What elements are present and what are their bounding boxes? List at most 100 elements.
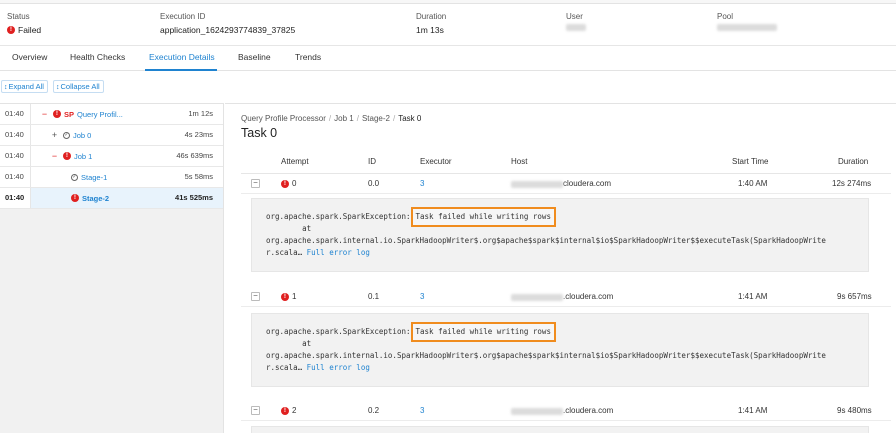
breadcrumb-separator: / bbox=[393, 114, 396, 123]
attempt-number: 1 bbox=[292, 292, 297, 301]
column-executor: Executor bbox=[420, 157, 452, 166]
column-start-time: Start Time bbox=[732, 157, 769, 166]
expand-toggle-icon[interactable]: + bbox=[50, 130, 59, 140]
error-details-collapsed bbox=[251, 426, 869, 433]
tree-row-job-0[interactable]: 01:40 + ✓ Job 0 4s 23ms bbox=[0, 125, 223, 146]
attempt-cell: ! 1 bbox=[281, 287, 296, 307]
tree-duration: 1m 12s bbox=[188, 109, 213, 118]
exception-class: org.apache.spark.SparkException: bbox=[266, 212, 411, 221]
stack-trace-line: org.apache.spark.internal.io.SparkHadoop… bbox=[266, 236, 826, 245]
status-value: ! Failed bbox=[7, 24, 41, 36]
error-message-highlight: Task failed while writing rows bbox=[410, 322, 556, 342]
tree-time: 01:40 bbox=[0, 146, 31, 166]
collapse-toggle-icon[interactable]: − bbox=[40, 109, 49, 119]
duration-cell: 12s 274ms bbox=[832, 179, 872, 188]
execution-tree: 01:40 − ! SP Query Profil... 1m 12s 01:4… bbox=[0, 103, 224, 433]
host-cell: .cloudera.com bbox=[511, 401, 613, 421]
execution-id-label: Execution ID bbox=[160, 12, 206, 21]
expand-all-label: Expand All bbox=[8, 82, 44, 91]
executor-link[interactable]: 3 bbox=[420, 174, 424, 194]
status-label: Status bbox=[7, 12, 30, 21]
duration-value: 1m 13s bbox=[416, 25, 444, 35]
tree-node-label[interactable]: Stage-1 bbox=[81, 173, 107, 182]
executor-link-text[interactable]: 3 bbox=[420, 174, 424, 194]
check-circle-icon: ✓ bbox=[71, 173, 78, 181]
executor-link[interactable]: 3 bbox=[420, 401, 424, 421]
error-icon: ! bbox=[281, 180, 289, 188]
breadcrumb-stage[interactable]: Stage-2 bbox=[362, 114, 390, 123]
executor-link-text[interactable]: 3 bbox=[420, 287, 424, 307]
tab-bar: Overview Health Checks Execution Details… bbox=[0, 46, 896, 71]
tree-node-label[interactable]: Job 1 bbox=[74, 152, 92, 161]
top-strip bbox=[0, 0, 896, 4]
duration-cell: 9s 657ms bbox=[837, 292, 872, 301]
tree-node-prefix: SP bbox=[64, 109, 75, 119]
tab-overview[interactable]: Overview bbox=[12, 52, 47, 62]
collapse-row-icon[interactable]: − bbox=[251, 406, 260, 415]
full-error-log-link[interactable]: Full error log bbox=[307, 363, 370, 372]
tree-node: − ! Job 1 bbox=[50, 146, 93, 166]
breadcrumb-job[interactable]: Job 1 bbox=[334, 114, 354, 123]
tree-node-label[interactable]: Stage-2 bbox=[82, 194, 109, 203]
tree-time: 01:40 bbox=[0, 104, 31, 124]
tree-duration: 41s 525ms bbox=[175, 193, 213, 202]
attempts-table-header: Attempt ID Executor Host Start Time Dura… bbox=[241, 154, 891, 174]
error-details: org.apache.spark.SparkException: Task fai… bbox=[251, 198, 869, 272]
tree-row-stage-2[interactable]: 01:40 ! Stage-2 41s 525ms bbox=[0, 188, 223, 209]
column-host: Host bbox=[511, 157, 528, 166]
id-cell: 0.0 bbox=[368, 179, 380, 188]
status-field: Status ! Failed bbox=[7, 12, 41, 36]
error-details: org.apache.spark.SparkException: Task fai… bbox=[251, 313, 869, 387]
task-detail-panel: Query Profile Processor / Job 1/Stage-2/Ta… bbox=[225, 103, 896, 433]
tab-execution-details[interactable]: Execution Details bbox=[149, 52, 215, 62]
collapse-toggle-icon[interactable]: − bbox=[50, 151, 59, 161]
collapse-all-button[interactable]: ↕Collapse All bbox=[53, 80, 104, 93]
table-row: − ! 0 0.0 3 cloudera.com 1:40 AM 12s 274m… bbox=[241, 174, 891, 194]
tab-trends[interactable]: Trends bbox=[295, 52, 321, 62]
exception-class: org.apache.spark.SparkException: bbox=[266, 327, 411, 336]
tree-row-stage-1[interactable]: 01:40 ✓ Stage-1 5s 58ms bbox=[0, 167, 223, 188]
tree-time: 01:40 bbox=[0, 125, 31, 145]
status-text: Failed bbox=[18, 25, 42, 35]
table-row: − ! 1 0.1 3 .cloudera.com 1:41 AM 9s 657m… bbox=[241, 287, 891, 307]
trace-at: at bbox=[266, 339, 312, 348]
tree-row-job-1[interactable]: 01:40 − ! Job 1 46s 639ms bbox=[0, 146, 223, 167]
stack-trace-line: org.apache.spark.internal.io.SparkHadoop… bbox=[266, 351, 826, 360]
tree-node: + ✓ Job 0 bbox=[50, 125, 92, 145]
expand-arrows-icon: ↕ bbox=[4, 84, 8, 91]
execution-summary: Status ! Failed Execution ID application… bbox=[0, 12, 896, 46]
collapse-row-icon[interactable]: − bbox=[251, 292, 260, 301]
duration-label: Duration bbox=[416, 12, 447, 21]
expand-all-button[interactable]: ↕Expand All bbox=[1, 80, 48, 93]
tree-duration: 5s 58ms bbox=[184, 172, 213, 181]
page-title: Task 0 bbox=[241, 126, 278, 140]
pool-field: Pool bbox=[717, 12, 777, 31]
user-value-redacted bbox=[566, 24, 586, 31]
tree-time: 01:40 bbox=[0, 188, 31, 208]
column-attempt: Attempt bbox=[281, 157, 309, 166]
full-error-log-link[interactable]: Full error log bbox=[307, 248, 370, 257]
breadcrumb: Query Profile Processor / Job 1/Stage-2/Ta… bbox=[241, 114, 421, 123]
error-icon: ! bbox=[71, 194, 79, 202]
user-field: User bbox=[566, 12, 586, 31]
active-tab-indicator bbox=[145, 69, 217, 71]
collapse-row-icon[interactable]: − bbox=[251, 179, 260, 188]
tree-node-label[interactable]: Job 0 bbox=[73, 131, 91, 140]
breadcrumb-query-profile[interactable]: Query Profile Processor bbox=[241, 114, 326, 123]
host-redacted bbox=[511, 180, 563, 188]
tree-node-label[interactable]: Query Profil... bbox=[77, 110, 123, 119]
executor-link-text[interactable]: 3 bbox=[420, 401, 424, 421]
host-suffix: .cloudera.com bbox=[563, 406, 614, 415]
breadcrumb-current: Task 0 bbox=[398, 114, 422, 123]
execution-id-field: Execution ID application_1624293774839_3… bbox=[160, 12, 295, 36]
column-id: ID bbox=[368, 157, 376, 166]
host-suffix: .cloudera.com bbox=[563, 292, 614, 301]
tree-row-query-profile[interactable]: 01:40 − ! SP Query Profil... 1m 12s bbox=[0, 104, 223, 125]
tab-health-checks[interactable]: Health Checks bbox=[70, 52, 125, 62]
tree-node: ! Stage-2 bbox=[71, 188, 109, 208]
table-row: − ! 2 0.2 3 .cloudera.com 1:41 AM 9s 480m… bbox=[241, 401, 891, 421]
check-circle-icon: ✓ bbox=[63, 131, 70, 139]
executor-link[interactable]: 3 bbox=[420, 287, 424, 307]
start-time-cell: 1:41 AM bbox=[738, 406, 768, 415]
tab-baseline[interactable]: Baseline bbox=[238, 52, 271, 62]
